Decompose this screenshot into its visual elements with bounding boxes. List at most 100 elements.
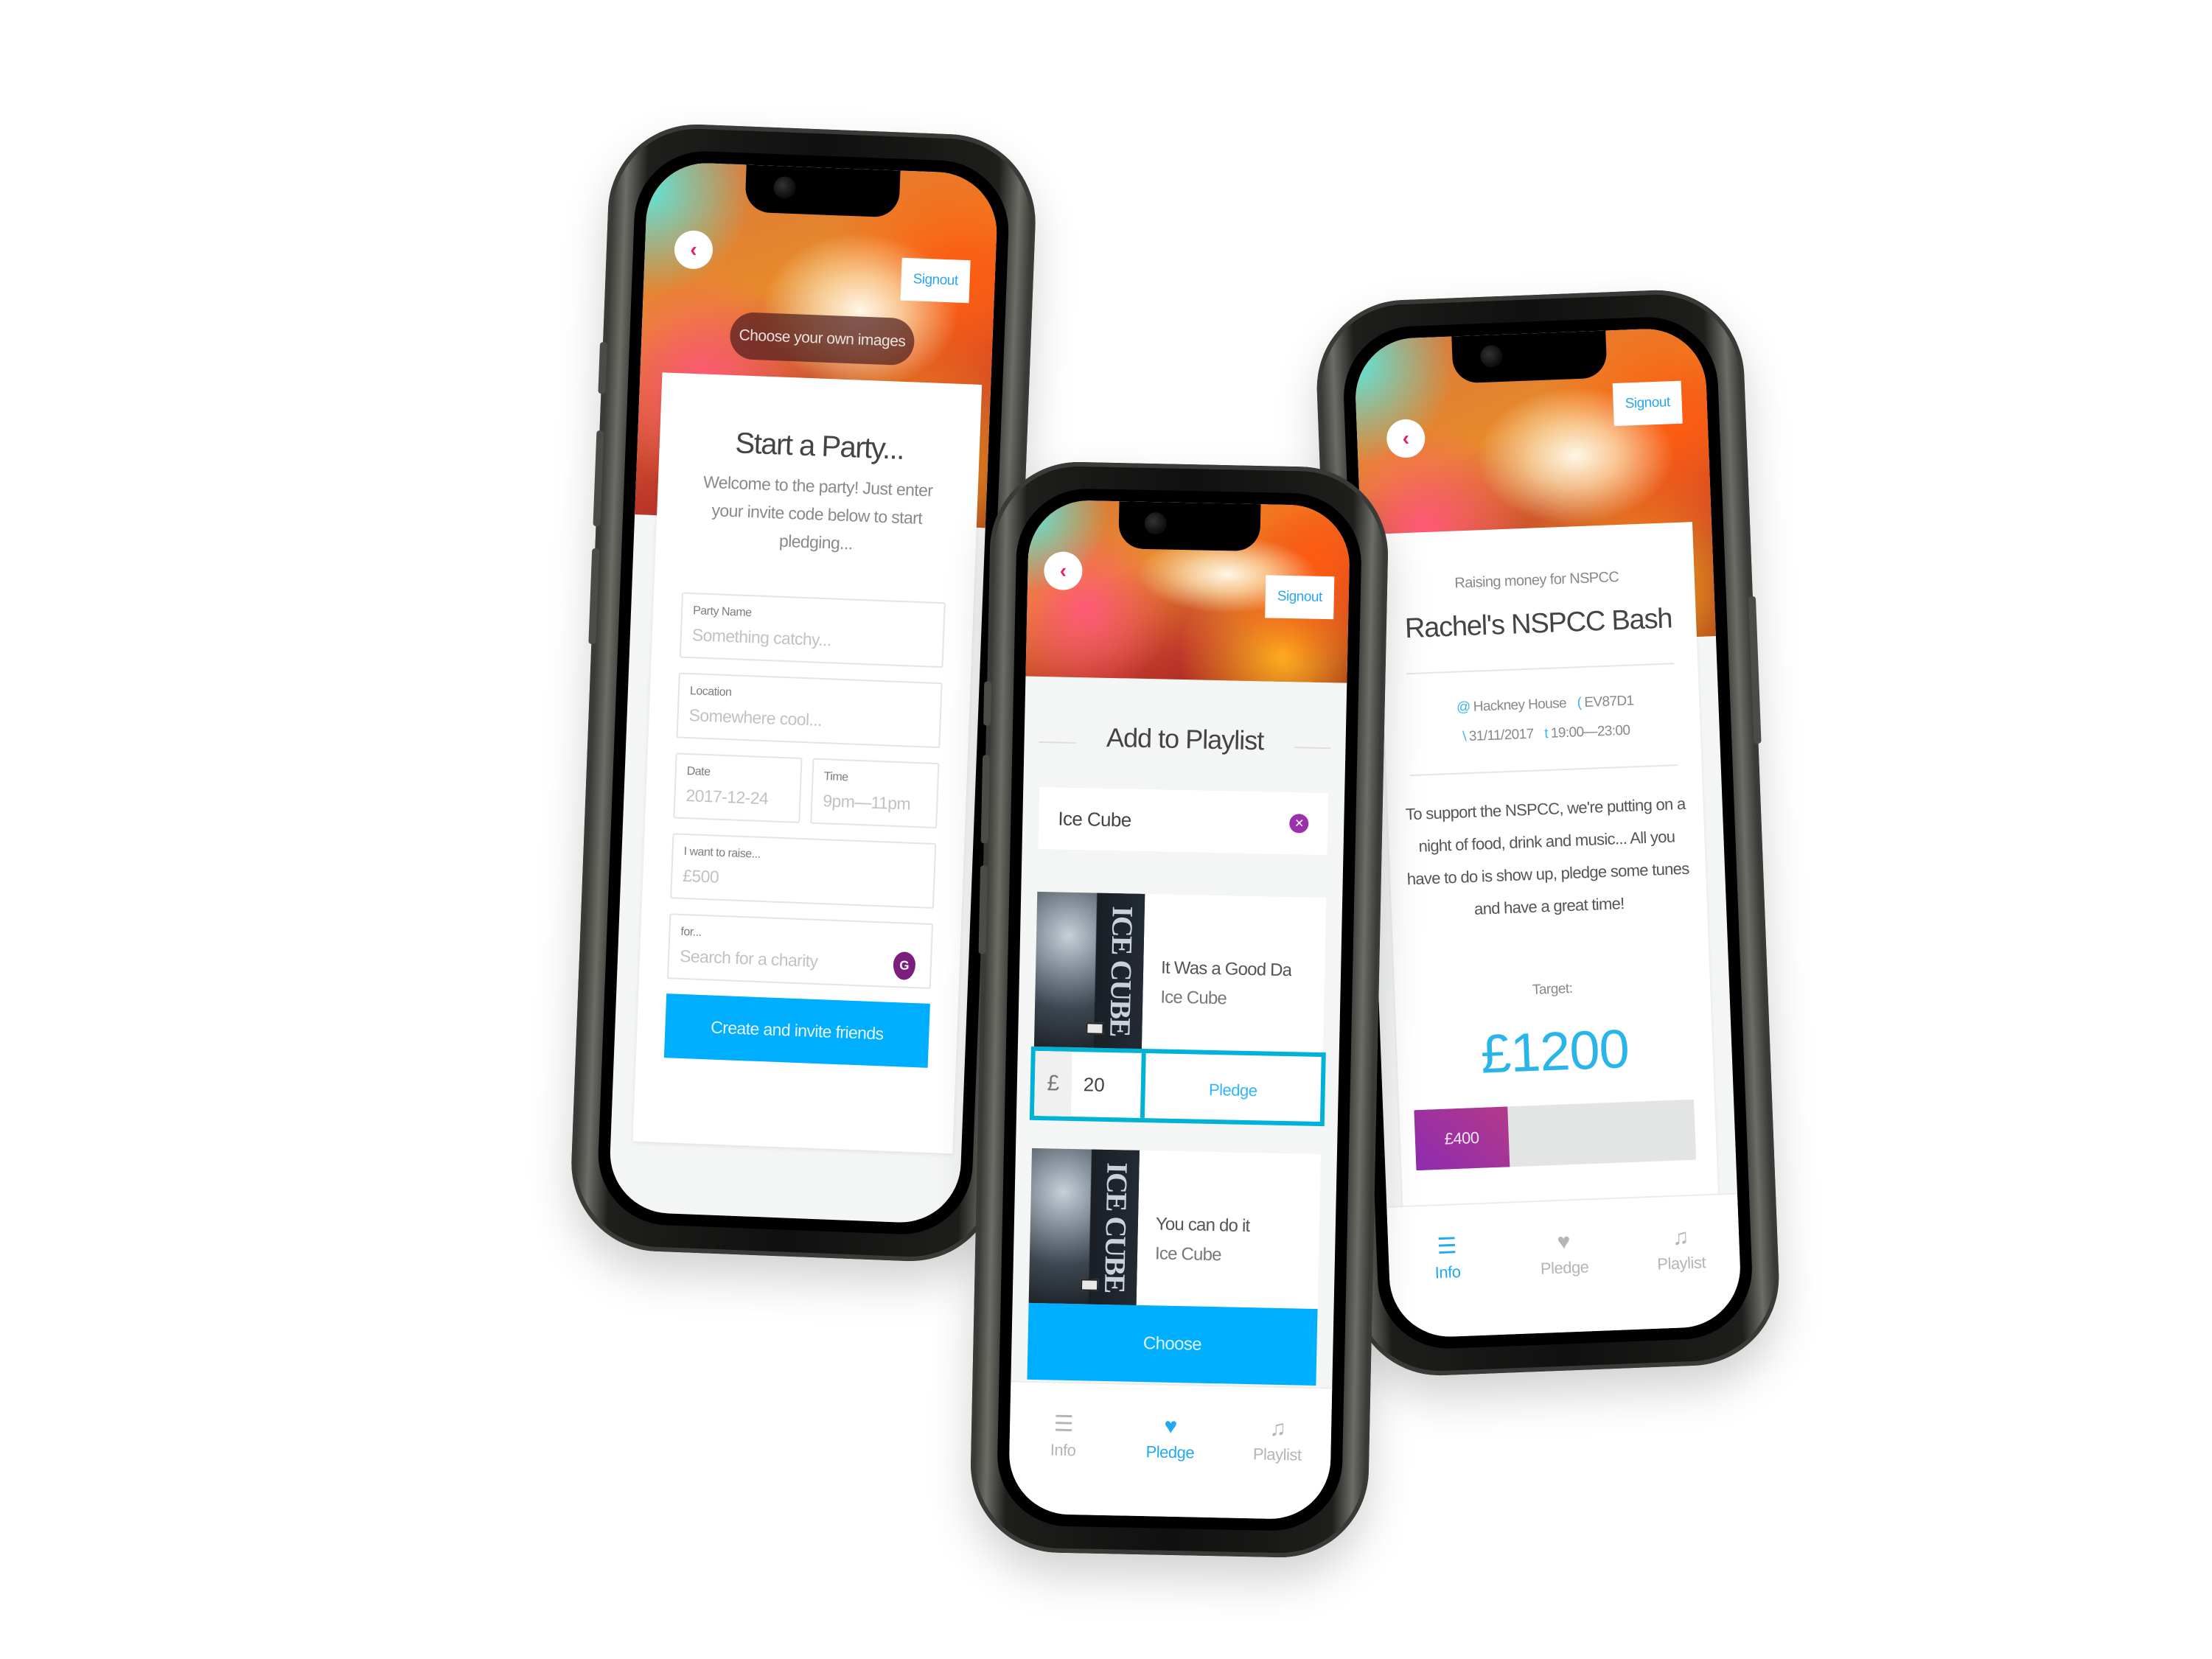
start-party-card: Start a Party... Welcome to the party! J… xyxy=(632,372,983,1154)
charity-search-input[interactable]: Search for a charity xyxy=(680,946,921,975)
silent-switch xyxy=(983,681,992,726)
track-title: You can do it xyxy=(1155,1214,1250,1237)
tab-info[interactable]: ☰ Info xyxy=(1402,1229,1494,1338)
album-cover-image: ICE CUBE xyxy=(1028,1148,1140,1305)
album-cover-image: ICE CUBE xyxy=(1033,891,1145,1049)
field-label: Date xyxy=(686,765,711,779)
notch xyxy=(1118,501,1261,552)
page-title: Start a Party... xyxy=(734,427,904,466)
phone-bezel: ‹ Signout Choose your own images Start a… xyxy=(596,148,1011,1237)
field-label: Location xyxy=(689,685,732,699)
progress-fill: £400 xyxy=(1414,1106,1510,1171)
event-date: 31/11/2017 xyxy=(1468,726,1535,745)
party-name-field[interactable]: Party Name Something catchy... xyxy=(679,592,946,668)
volume-up-button xyxy=(980,755,991,844)
clear-search-icon[interactable]: ✕ xyxy=(1289,814,1309,834)
date-input[interactable]: 2017-12-24 xyxy=(685,786,789,809)
start-party-screen: ‹ Signout Choose your own images Start a… xyxy=(607,161,999,1225)
track-artist: Ice Cube xyxy=(1160,987,1227,1009)
tab-playlist[interactable]: ♫ Playlist xyxy=(1232,1412,1322,1520)
bottom-tab-bar: ☰ Info ♥ Pledge ♫ Playlist xyxy=(1386,1192,1742,1339)
track-row: ICE CUBE You can do it Ice Cube xyxy=(1028,1148,1321,1309)
section-title: Add to Playlist xyxy=(1024,721,1346,758)
track-search-input[interactable]: Ice Cube ✕ xyxy=(1038,786,1329,856)
parental-advisory-icon xyxy=(1080,1279,1099,1291)
volume-up-button xyxy=(593,430,604,527)
calendar-icon: \ xyxy=(1462,729,1467,745)
charity-badge-icon: G xyxy=(893,951,916,981)
phone-event-info: ‹ Signout Raising money for NSPCC Rachel… xyxy=(1313,287,1782,1379)
event-title: Rachel's NSPCC Bash xyxy=(1403,603,1675,675)
intro-text: Welcome to the party! Just enter your in… xyxy=(702,472,933,553)
volume-down-button xyxy=(978,865,988,954)
location-field[interactable]: Location Somewhere cool... xyxy=(676,672,943,749)
target-amount: £1200 xyxy=(1479,1018,1630,1085)
list-icon: ☰ xyxy=(1436,1234,1457,1260)
tab-label: Playlist xyxy=(1252,1445,1302,1464)
tab-label: Pledge xyxy=(1145,1442,1195,1462)
choose-button[interactable]: Choose xyxy=(1027,1302,1318,1386)
field-label: I want to raise... xyxy=(683,845,761,861)
raise-amount-input[interactable]: £500 xyxy=(683,866,924,895)
track-title: It Was a Good Da xyxy=(1160,957,1292,981)
camera-icon xyxy=(772,175,796,200)
pledge-form: £ 20 Pledge xyxy=(1029,1046,1326,1127)
target-label: Target: xyxy=(1532,980,1573,998)
party-name-input[interactable]: Something catchy... xyxy=(691,625,932,654)
notch xyxy=(744,164,901,218)
event-info-screen: ‹ Signout Raising money for NSPCC Rachel… xyxy=(1353,326,1742,1339)
raise-amount-field[interactable]: I want to raise... £500 xyxy=(670,833,937,909)
location-input[interactable]: Somewhere cool... xyxy=(688,705,929,734)
raising-for-label: Raising money for NSPCC xyxy=(1454,569,1619,592)
phone-start-party: ‹ Signout Choose your own images Start a… xyxy=(568,121,1039,1265)
code-icon: ( xyxy=(1577,695,1582,711)
charity-field[interactable]: for... Search for a charity G xyxy=(666,913,934,989)
music-note-icon: ♫ xyxy=(1672,1225,1689,1250)
event-meta: @ Hackney House (EV87D1 \ 31/11/2017 t 19:0… xyxy=(1406,664,1678,777)
parental-advisory-icon xyxy=(1086,1022,1104,1035)
track-result[interactable]: ICE CUBE You can do it Ice Cube Choose xyxy=(1027,1148,1321,1386)
cover-title: ICE CUBE xyxy=(1103,905,1140,1036)
signout-button[interactable]: Signout xyxy=(900,257,971,304)
event-description: To support the NSPCC, we're putting on a… xyxy=(1405,794,1689,918)
search-value: Ice Cube xyxy=(1058,806,1131,831)
pledge-button[interactable]: Pledge xyxy=(1145,1053,1322,1122)
track-meta: You can do it Ice Cube xyxy=(1137,1150,1252,1307)
signout-button[interactable]: Signout xyxy=(1612,380,1683,427)
tab-playlist[interactable]: ♫ Playlist xyxy=(1636,1220,1728,1330)
track-result[interactable]: ICE CUBE It Was a Good Da Ice Cube £ 20 … xyxy=(1029,891,1327,1127)
volume-down-button xyxy=(588,548,600,645)
signout-button[interactable]: Signout xyxy=(1265,575,1335,620)
date-time-row: Date 2017-12-24 Time 9pm—11pm xyxy=(673,752,940,843)
power-button xyxy=(1748,596,1762,744)
track-meta: It Was a Good Da Ice Cube xyxy=(1142,894,1293,1052)
phone-bezel: ‹ Signout Add to Playlist Ice Cube ✕ ICE… xyxy=(996,487,1363,1532)
field-label: Time xyxy=(823,770,848,784)
field-label: Party Name xyxy=(692,604,752,620)
chevron-left-icon: ‹ xyxy=(689,237,698,262)
date-field[interactable]: Date 2017-12-24 xyxy=(673,752,803,823)
create-and-invite-button[interactable]: Create and invite friends xyxy=(663,993,930,1068)
time-field[interactable]: Time 9pm—11pm xyxy=(810,758,940,829)
pledge-amount-input[interactable]: 20 xyxy=(1070,1051,1146,1119)
chevron-left-icon: ‹ xyxy=(1402,426,1410,450)
phone-add-to-playlist: ‹ Signout Add to Playlist Ice Cube ✕ ICE… xyxy=(969,460,1390,1560)
track-artist: Ice Cube xyxy=(1154,1243,1221,1265)
choose-image-button[interactable]: Choose your own images xyxy=(729,311,915,366)
list-icon: ☰ xyxy=(1053,1411,1074,1437)
fundraising-progress-bar: £400 xyxy=(1414,1099,1697,1171)
currency-symbol: £ xyxy=(1033,1050,1072,1117)
tab-pledge[interactable]: ♥ Pledge xyxy=(1519,1224,1611,1334)
tab-pledge[interactable]: ♥ Pledge xyxy=(1125,1410,1215,1517)
bottom-tab-bar: ☰ Info ♥ Pledge ♫ Playlist xyxy=(1008,1380,1333,1520)
heart-icon: ♥ xyxy=(1557,1229,1571,1254)
track-row: ICE CUBE It Was a Good Da Ice Cube xyxy=(1033,891,1326,1052)
tab-info[interactable]: ☰ Info xyxy=(1017,1408,1108,1515)
event-code: EV87D1 xyxy=(1583,693,1634,710)
music-note-icon: ♫ xyxy=(1269,1416,1286,1442)
field-label: for... xyxy=(680,925,702,939)
camera-icon xyxy=(1144,511,1167,535)
event-location: Hackney House xyxy=(1473,695,1567,715)
time-input[interactable]: 9pm—11pm xyxy=(823,791,927,814)
add-to-playlist-screen: ‹ Signout Add to Playlist Ice Cube ✕ ICE… xyxy=(1008,499,1351,1520)
